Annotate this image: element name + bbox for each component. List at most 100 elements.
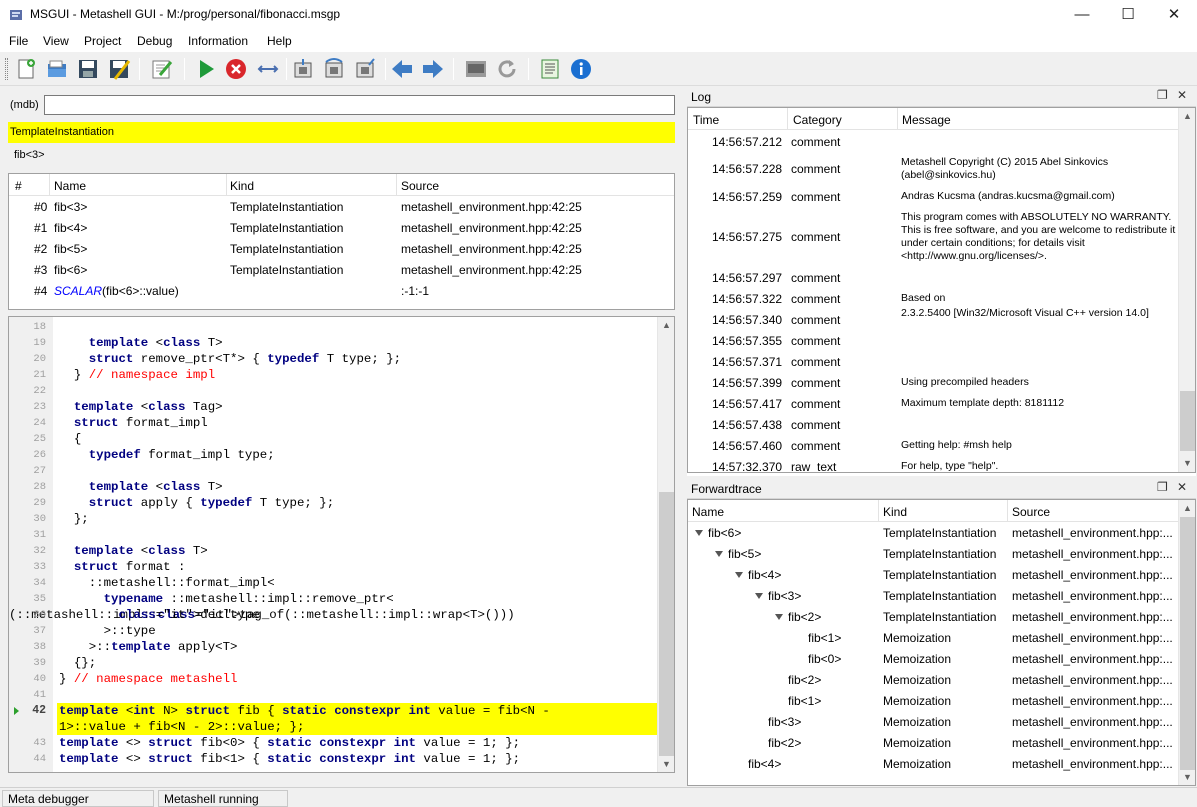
scrollbar-thumb[interactable] <box>1180 517 1195 770</box>
table-row[interactable]: 14:56:57.399 comment Using precompiled hea… <box>688 372 1178 393</box>
col-header-kind[interactable]: Kind <box>883 505 907 519</box>
scroll-up-icon[interactable]: ▲ <box>1179 108 1195 125</box>
expand-arrow-icon[interactable] <box>735 572 743 578</box>
step-icon[interactable] <box>256 57 280 81</box>
table-row[interactable]: 14:56:57.417 comment Maximum template dept… <box>688 393 1178 414</box>
frame-name: fib<4> <box>54 221 88 235</box>
frame-index: #3 <box>34 263 48 277</box>
table-row[interactable]: 14:56:57.460 comment Getting help: #msh he… <box>688 435 1178 456</box>
status-mode: Meta debugger <box>2 790 154 807</box>
col-header-time[interactable]: Time <box>693 113 719 127</box>
trace-source: metashell_environment.hpp:... <box>1012 673 1173 687</box>
step-out-icon[interactable] <box>353 57 377 81</box>
info-icon[interactable] <box>569 57 593 81</box>
tree-row[interactable]: fib<0> Memoization metashell_environment.h… <box>688 649 1178 670</box>
tree-row[interactable]: fib<6> TemplateInstantiation metashell_env… <box>688 523 1178 544</box>
col-header-category[interactable]: Category <box>793 113 842 127</box>
expand-arrow-icon[interactable] <box>755 593 763 599</box>
scrollbar-thumb[interactable] <box>1180 391 1195 451</box>
run-icon[interactable] <box>194 57 218 81</box>
mdb-command-input[interactable] <box>44 95 675 115</box>
forwardtrace-scrollbar[interactable]: ▲ ▼ <box>1178 500 1195 785</box>
tree-row[interactable]: fib<2> Memoization metashell_environment.h… <box>688 733 1178 754</box>
code-line: 23 template <class Tag> <box>9 399 658 415</box>
tree-row[interactable]: fib<2> TemplateInstantiation metashell_env… <box>688 607 1178 628</box>
trace-kind: TemplateInstantiation <box>883 610 997 624</box>
table-row[interactable]: #4 SCALAR(fib<6>::value) :-1:-1 <box>9 281 674 302</box>
save-as-icon[interactable] <box>107 57 131 81</box>
scroll-down-icon[interactable]: ▼ <box>658 756 674 772</box>
log-message: 2.3.2.5400 [Win32/Microsoft Visual C++ v… <box>901 306 1149 319</box>
tree-row[interactable]: fib<3> Memoization metashell_environment.h… <box>688 712 1178 733</box>
toolbar-grip[interactable] <box>5 58 8 80</box>
expand-arrow-icon[interactable] <box>695 530 703 536</box>
open-file-icon[interactable] <box>45 57 69 81</box>
table-row[interactable]: 14:56:57.340 comment 2.3.2.5400 [Win32/Mic… <box>688 306 1178 330</box>
table-row[interactable]: #0 fib<3> TemplateInstantiation metashell_e… <box>9 197 674 218</box>
new-file-icon[interactable] <box>14 57 38 81</box>
tree-row[interactable]: fib<1> Memoization metashell_environment.h… <box>688 691 1178 712</box>
code-editor[interactable]: 18 19 template <class T> 20 struct remove_… <box>8 316 675 773</box>
editor-scrollbar[interactable]: ▲ ▼ <box>657 317 674 772</box>
back-icon[interactable] <box>390 57 414 81</box>
notes-icon[interactable] <box>538 57 562 81</box>
col-header-kind[interactable]: Kind <box>230 179 254 193</box>
col-header-message[interactable]: Message <box>902 113 951 127</box>
table-row[interactable]: #2 fib<5> TemplateInstantiation metashell_e… <box>9 239 674 260</box>
table-row[interactable]: 14:56:57.371 comment <box>688 351 1178 372</box>
tree-row[interactable]: fib<5> TemplateInstantiation metashell_env… <box>688 544 1178 565</box>
menu-debug[interactable]: Debug <box>137 34 172 48</box>
step-over-icon[interactable] <box>322 57 346 81</box>
scroll-up-icon[interactable]: ▲ <box>658 317 674 334</box>
table-row[interactable]: 14:56:57.212 comment <box>688 131 1178 152</box>
scroll-down-icon[interactable]: ▼ <box>1179 769 1195 785</box>
terminal-icon[interactable] <box>464 57 488 81</box>
tree-row[interactable]: fib<4> TemplateInstantiation metashell_env… <box>688 565 1178 586</box>
close-icon[interactable]: ✕ <box>1177 480 1187 494</box>
table-row[interactable]: 14:56:57.275 comment This program comes wi… <box>688 207 1178 267</box>
maximize-button[interactable]: ☐ <box>1105 0 1151 30</box>
table-row[interactable]: 14:56:57.438 comment <box>688 414 1178 435</box>
forward-icon[interactable] <box>421 57 445 81</box>
table-row[interactable]: 14:57:32.370 raw_text For help, type "help… <box>688 456 1178 473</box>
undock-icon[interactable]: ❐ <box>1157 480 1168 494</box>
scroll-up-icon[interactable]: ▲ <box>1179 500 1195 517</box>
table-row[interactable]: #3 fib<6> TemplateInstantiation metashell_e… <box>9 260 674 281</box>
stop-icon[interactable] <box>224 57 248 81</box>
menu-view[interactable]: View <box>43 34 69 48</box>
table-row[interactable]: 14:56:57.259 comment Andras Kucsma (andras… <box>688 186 1178 207</box>
undock-icon[interactable]: ❐ <box>1157 88 1168 102</box>
table-row[interactable]: 14:56:57.297 comment <box>688 267 1178 288</box>
step-into-icon[interactable] <box>291 57 315 81</box>
log-scrollbar[interactable]: ▲ ▼ <box>1178 108 1195 472</box>
table-row[interactable]: 14:56:57.355 comment <box>688 330 1178 351</box>
col-header-name[interactable]: Name <box>54 179 86 193</box>
menu-help[interactable]: Help <box>267 34 292 48</box>
menu-information[interactable]: Information <box>188 34 248 48</box>
menu-file[interactable]: File <box>9 34 28 48</box>
refresh-icon[interactable] <box>495 57 519 81</box>
scrollbar-thumb[interactable] <box>659 492 674 756</box>
minimize-button[interactable]: — <box>1059 0 1105 30</box>
log-category: comment <box>791 438 841 453</box>
save-icon[interactable] <box>76 57 100 81</box>
code-line: 41 <box>9 687 658 703</box>
close-button[interactable]: ✕ <box>1151 0 1197 30</box>
edit-icon[interactable] <box>150 57 174 81</box>
scroll-down-icon[interactable]: ▼ <box>1179 455 1195 472</box>
table-row[interactable]: #1 fib<4> TemplateInstantiation metashell_e… <box>9 218 674 239</box>
col-header-name[interactable]: Name <box>692 505 724 519</box>
col-header-source[interactable]: Source <box>1012 505 1050 519</box>
tree-row[interactable]: fib<1> Memoization metashell_environment.h… <box>688 628 1178 649</box>
expand-arrow-icon[interactable] <box>715 551 723 557</box>
tree-row[interactable]: fib<2> Memoization metashell_environment.h… <box>688 670 1178 691</box>
expand-arrow-icon[interactable] <box>775 614 783 620</box>
table-row[interactable]: 14:56:57.228 comment Metashell Copyright (… <box>688 152 1178 186</box>
col-header-source[interactable]: Source <box>401 179 439 193</box>
col-header-index[interactable]: # <box>15 179 22 193</box>
menu-project[interactable]: Project <box>84 34 121 48</box>
tree-row[interactable]: fib<3> TemplateInstantiation metashell_env… <box>688 586 1178 607</box>
code-line: 34 ::metashell::format_impl< <box>9 575 658 591</box>
close-icon[interactable]: ✕ <box>1177 88 1187 102</box>
tree-row[interactable]: fib<4> Memoization metashell_environment.h… <box>688 754 1178 775</box>
